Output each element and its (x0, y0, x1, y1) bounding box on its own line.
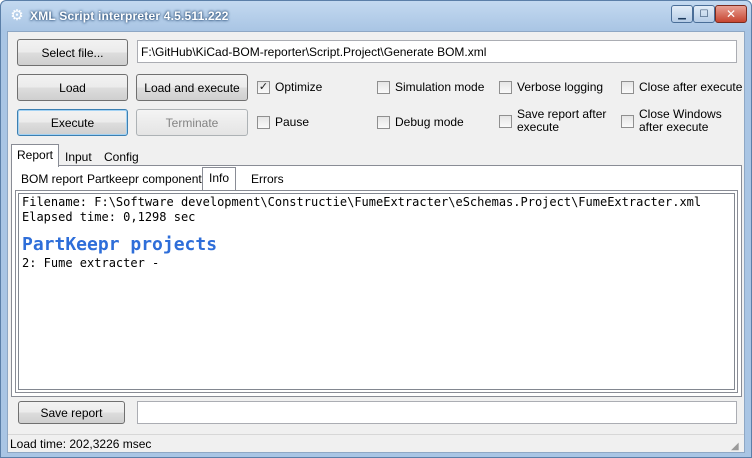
maximize-icon: ☐ (699, 8, 709, 20)
checkbox-box (621, 80, 634, 94)
app-window: ⚙ XML Script interpreter 4.5.511.222 ▁ ☐… (0, 0, 752, 458)
project-line: 2: Fume extracter - (22, 256, 160, 270)
debug-mode-label: Debug mode (395, 115, 464, 129)
label-line-2: after execute (639, 120, 709, 134)
tab-input[interactable]: Input (59, 146, 98, 166)
report-tab-panel: BOM report Partkeepr components Info Err… (11, 165, 742, 397)
client-area: Select file... F:\GitHub\KiCad-BOM-repor… (7, 31, 745, 453)
verbose-logging-checkbox[interactable]: Verbose logging (499, 80, 603, 94)
pause-label: Pause (275, 115, 310, 129)
resize-grip-icon[interactable]: ◢ (731, 441, 742, 452)
close-after-execute-label: Close after execute (639, 80, 743, 94)
tab-config[interactable]: Config (98, 146, 145, 166)
status-bar: Load time: 202,3226 msec ◢ (8, 434, 744, 453)
info-report-textarea[interactable]: Filename: F:\Software development\Constr… (18, 193, 735, 390)
save-report-after-execute-label: Save report after execute (517, 108, 606, 134)
main-tabstrip: Report Input Config (11, 144, 743, 167)
checkbox-box (499, 114, 512, 128)
checkbox-box (377, 115, 390, 129)
checkbox-box (499, 80, 512, 94)
close-windows-after-execute-label: Close Windows after execute (639, 108, 722, 134)
minimize-button[interactable]: ▁ (671, 5, 693, 23)
checkbox-box (257, 115, 270, 129)
save-report-button[interactable]: Save report (18, 401, 125, 424)
verbose-logging-label: Verbose logging (517, 80, 604, 94)
simulation-mode-checkbox[interactable]: Simulation mode (377, 80, 484, 94)
label-line-1: Close Windows (639, 107, 722, 121)
label-line-2: execute (517, 120, 560, 134)
close-icon: ✕ (725, 7, 737, 21)
gear-icon: ⚙ (10, 7, 24, 24)
report-filename-input[interactable] (137, 401, 737, 424)
maximize-button[interactable]: ☐ (693, 5, 715, 23)
title-bar[interactable]: ⚙ XML Script interpreter 4.5.511.222 ▁ ☐… (1, 1, 751, 31)
tab-errors[interactable]: Errors (245, 169, 290, 189)
simulation-mode-label: Simulation mode (395, 80, 485, 94)
elapsed-time-line: Elapsed time: 0,1298 sec (22, 210, 196, 224)
save-report-after-execute-checkbox[interactable]: Save report after execute (499, 108, 606, 134)
tab-bom-report[interactable]: BOM report (15, 169, 89, 189)
close-after-execute-checkbox[interactable]: Close after execute (621, 80, 742, 94)
checkbox-box (621, 114, 634, 128)
label-line-1: Save report after (517, 107, 607, 121)
select-file-button[interactable]: Select file... (17, 39, 128, 66)
close-windows-after-execute-checkbox[interactable]: Close Windows after execute (621, 108, 722, 134)
tab-partkeepr-components[interactable]: Partkeepr components (81, 169, 214, 189)
window-title: XML Script interpreter 4.5.511.222 (30, 9, 229, 23)
filename-line: Filename: F:\Software development\Constr… (22, 195, 702, 209)
partkeepr-projects-heading: PartKeepr projects (22, 234, 218, 255)
pause-checkbox[interactable]: Pause (257, 115, 309, 129)
load-button[interactable]: Load (17, 74, 128, 101)
checkbox-box (377, 80, 390, 94)
optimize-label: Optimize (275, 80, 323, 94)
tab-report[interactable]: Report (11, 144, 60, 167)
info-tab-panel: Filename: F:\Software development\Constr… (15, 190, 738, 393)
close-button[interactable]: ✕ (715, 5, 747, 23)
tab-info[interactable]: Info (202, 167, 237, 190)
load-and-execute-button[interactable]: Load and execute (136, 74, 248, 101)
execute-button[interactable]: Execute (17, 109, 128, 136)
optimize-checkbox[interactable]: ✓ Optimize (257, 80, 322, 94)
file-path-input[interactable]: F:\GitHub\KiCad-BOM-reporter\Script.Proj… (137, 40, 737, 63)
debug-mode-checkbox[interactable]: Debug mode (377, 115, 464, 129)
minimize-icon: ▁ (678, 8, 686, 20)
terminate-button[interactable]: Terminate (136, 109, 248, 136)
checkmark-icon: ✓ (257, 80, 270, 94)
load-time-status: Load time: 202,3226 msec (10, 437, 152, 451)
